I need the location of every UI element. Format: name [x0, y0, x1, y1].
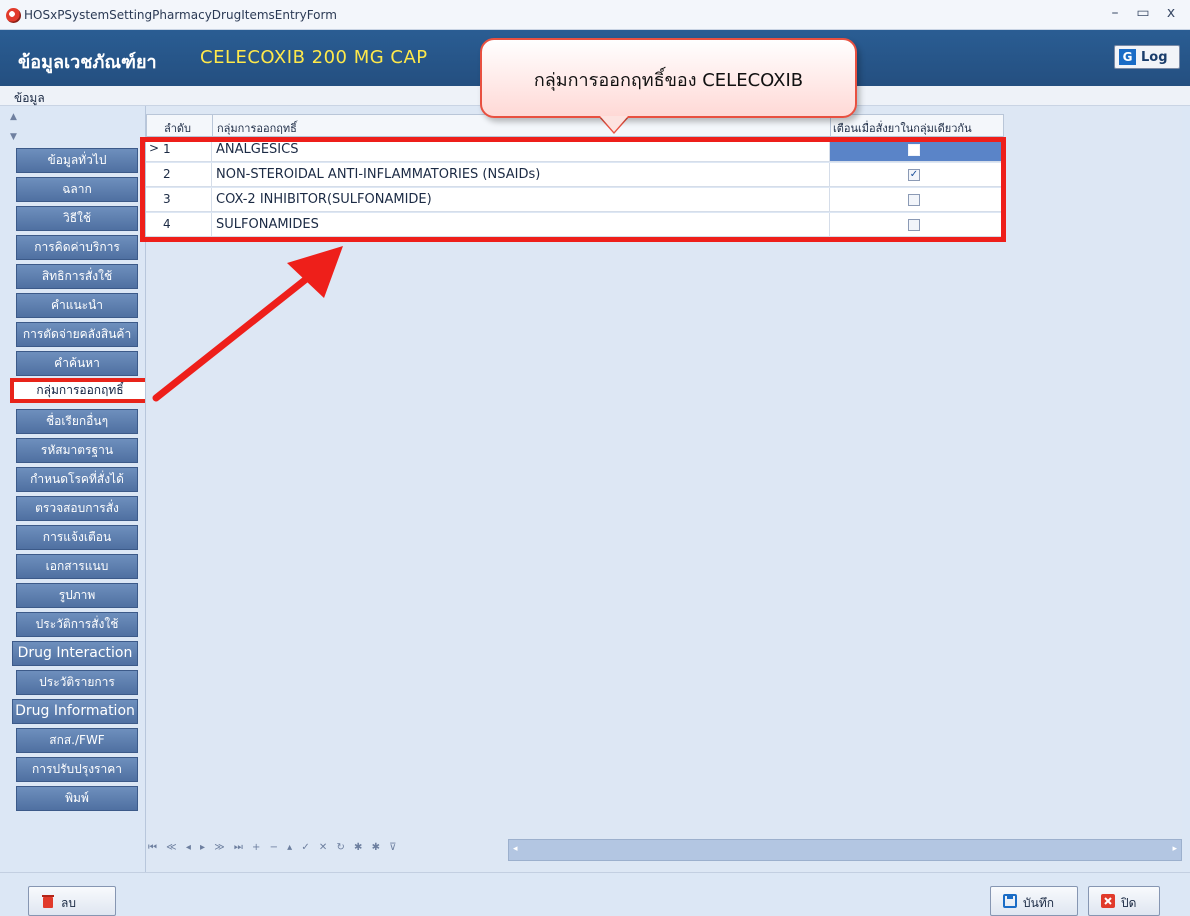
app-logo-icon — [6, 8, 21, 23]
sidebar-item-14[interactable]: เอกสารแนบ — [16, 554, 138, 579]
sidebar-item-4[interactable]: สิทธิการสั่งใช้ — [16, 264, 138, 289]
maximize-button[interactable]: ▭ — [1132, 5, 1154, 21]
save-button-label: บันทึก — [1023, 896, 1054, 910]
sidebar-item-0[interactable]: ข้อมูลทั่วไป — [16, 148, 138, 173]
save-icon — [1003, 894, 1017, 908]
sidebar-item-13[interactable]: การแจ้งเตือน — [16, 525, 138, 550]
annotation-arrow-icon — [152, 246, 343, 402]
sidebar-item-10[interactable]: รหัสมาตรฐาน — [16, 438, 138, 463]
sidebar-item-8[interactable]: กลุ่มการออกฤทธิ์ — [10, 378, 150, 403]
sidebar-item-18[interactable]: ประวัติรายการ — [16, 670, 138, 695]
save-button[interactable]: บันทึก — [990, 886, 1078, 916]
window-title: HOSxPSystemSettingPharmacyDrugItemsEntry… — [24, 8, 337, 22]
sidebar-item-9[interactable]: ชื่อเรียกอื่นๆ — [16, 409, 138, 434]
section-label: ข้อมูลเวชภัณฑ์ยา — [18, 52, 157, 73]
close-icon — [1101, 894, 1115, 908]
sidebar-item-12[interactable]: ตรวจสอบการสั่ง — [16, 496, 138, 521]
log-button[interactable]: G Log — [1114, 45, 1180, 69]
column-header-seq[interactable]: ลำดับ — [164, 119, 191, 137]
sidebar-scroll-down-icon[interactable]: ▼ — [10, 132, 17, 142]
trash-icon — [42, 895, 54, 908]
sidebar-item-6[interactable]: การตัดจ่ายคลังสินค้า — [16, 322, 138, 347]
scroll-left-icon[interactable]: ◂ — [513, 844, 518, 854]
log-icon: G — [1119, 49, 1136, 65]
close-window-button[interactable]: x — [1160, 5, 1182, 21]
sidebar-item-17[interactable]: Drug Interaction — [12, 641, 138, 666]
delete-button-label: ลบ — [61, 896, 76, 910]
scroll-right-icon[interactable]: ▸ — [1172, 844, 1177, 854]
delete-button[interactable]: ลบ — [28, 886, 116, 916]
sidebar-item-19[interactable]: Drug Information — [12, 699, 138, 724]
column-header-warn[interactable]: เตือนเมื่อสั่งยาในกลุ่มเดียวกัน — [833, 119, 972, 137]
highlight-box — [140, 137, 1006, 242]
horizontal-scrollbar[interactable]: ◂ ▸ — [508, 839, 1182, 861]
close-button[interactable]: ปิด — [1088, 886, 1160, 916]
sidebar-item-7[interactable]: คำค้นหา — [16, 351, 138, 376]
sidebar-item-5[interactable]: คำแนะนำ — [16, 293, 138, 318]
sidebar-item-1[interactable]: ฉลาก — [16, 177, 138, 202]
log-button-label: Log — [1141, 50, 1168, 65]
window-titlebar: HOSxPSystemSettingPharmacyDrugItemsEntry… — [0, 0, 1190, 30]
sidebar-item-16[interactable]: ประวัติการสั่งใช้ — [16, 612, 138, 637]
sidebar-item-21[interactable]: การปรับปรุงราคา — [16, 757, 138, 782]
sidebar-item-11[interactable]: กำหนดโรคที่สั่งได้ — [16, 467, 138, 492]
column-header-group[interactable]: กลุ่มการออกฤทธิ์ — [217, 119, 297, 137]
sidebar-item-15[interactable]: รูปภาพ — [16, 583, 138, 608]
callout-bubble: กลุ่มการออกฤทธิ์ของ CELECOXIB — [480, 38, 857, 118]
grid-navigator[interactable]: ⏮ ≪ ◂ ▸ ≫ ⏭ + − ▴ ✓ ✕ ↻ ✱ ✱ ⊽ — [148, 842, 508, 862]
minimize-button[interactable]: – — [1104, 5, 1126, 21]
column-divider — [830, 115, 831, 136]
drug-name: CELECOXIB 200 MG CAP — [200, 47, 428, 68]
sidebar-item-22[interactable]: พิมพ์ — [16, 786, 138, 811]
callout-tail-fill — [600, 116, 628, 132]
sidebar-item-3[interactable]: การคิดค่าบริการ — [16, 235, 138, 260]
sidebar-item-2[interactable]: วิธีใช้ — [16, 206, 138, 231]
callout-text: กลุ่มการออกฤทธิ์ของ CELECOXIB — [533, 70, 804, 91]
close-button-label: ปิด — [1121, 896, 1137, 910]
sidebar-item-20[interactable]: สกส./FWF — [16, 728, 138, 753]
column-divider — [212, 115, 213, 136]
sidebar-scroll-up-icon[interactable]: ▲ — [10, 112, 17, 122]
